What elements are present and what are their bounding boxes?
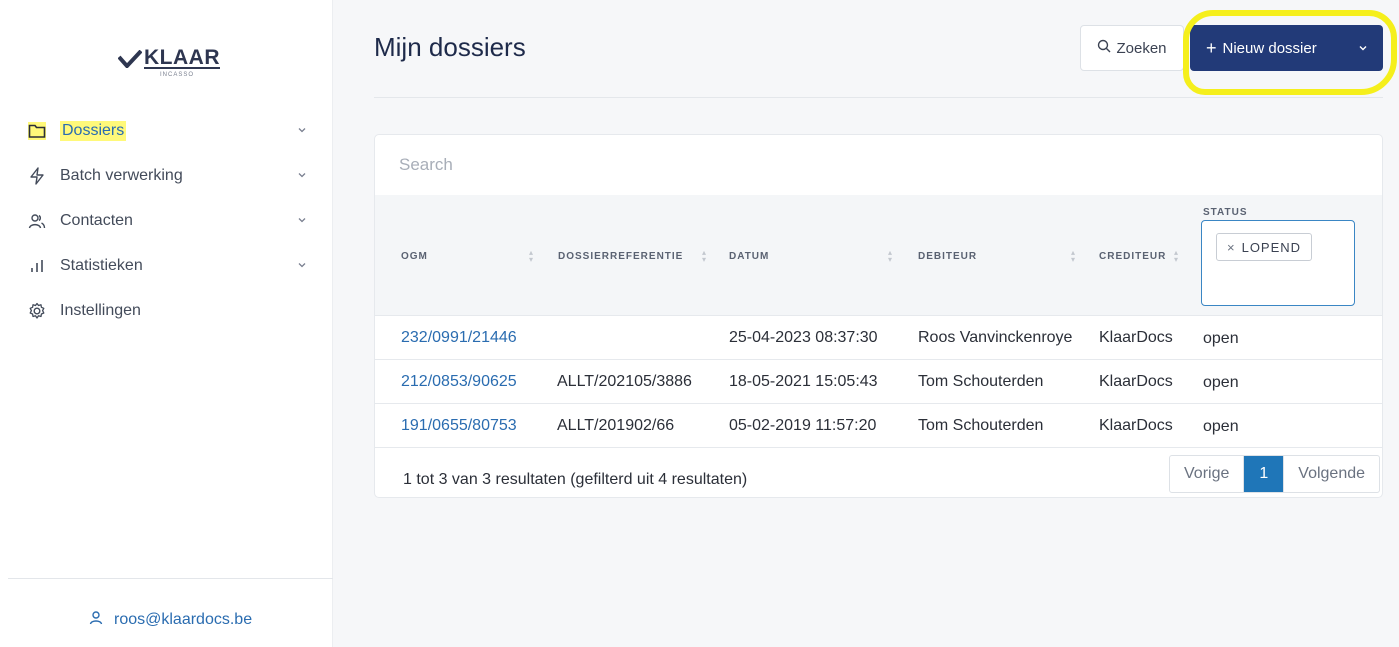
checkmark-logo-icon: [118, 50, 142, 68]
sidebar-item-statistieken[interactable]: Statistieken: [0, 243, 333, 288]
debtor-name: Tom Schouterden: [918, 417, 1044, 434]
ogm-link[interactable]: 191/0655/80753: [401, 417, 517, 435]
new-dossier-label: Nieuw dossier: [1222, 39, 1317, 57]
sidebar-item-label: Contacten: [60, 211, 133, 229]
new-dossier-button[interactable]: + Nieuw dossier: [1190, 25, 1383, 71]
sidebar-nav: Dossiers Batch verwerking Contacten Stat…: [0, 108, 333, 333]
sidebar-item-label: Batch verwerking: [60, 166, 183, 184]
chevron-down-icon[interactable]: [296, 259, 308, 271]
creditor-name: KlaarDocs: [1099, 373, 1173, 390]
table-header: OGM ▴ ▾ DOSSIERREFERENTIE ▴ ▾ DATUM ▴ ▾ DEB…: [375, 195, 1382, 316]
search-button[interactable]: Zoeken: [1080, 25, 1184, 71]
status-filter[interactable]: × LOPEND: [1201, 220, 1355, 306]
user-email: roos@klaardocs.be: [114, 610, 253, 628]
debtor-name: Roos Vanvinckenroye: [918, 329, 1073, 346]
ogm-link[interactable]: 232/0991/21446: [401, 329, 517, 347]
logo-subtitle: INCASSO: [160, 72, 195, 78]
table-row: 232/0991/21446 25-04-2023 08:37:30 Roos …: [375, 316, 1382, 360]
sidebar: KLAAR INCASSO Dossiers Batch verwerking …: [0, 0, 333, 647]
remove-chip-icon[interactable]: ×: [1227, 240, 1236, 255]
results-summary: 1 tot 3 van 3 resultaten (gefilterd uit …: [403, 471, 748, 488]
dossier-reference: ALLT/201902/66: [557, 417, 675, 434]
column-header-dossierreferentie[interactable]: DOSSIERREFERENTIE: [558, 251, 683, 262]
chevron-down-icon[interactable]: [296, 124, 308, 136]
column-header-crediteur[interactable]: CREDITEUR: [1099, 251, 1166, 262]
users-icon: [28, 212, 46, 230]
sort-icon[interactable]: ▴ ▾: [888, 249, 892, 264]
dossier-status: open: [1203, 418, 1239, 435]
sidebar-footer: roos@klaardocs.be: [8, 578, 333, 647]
dossier-status: open: [1203, 374, 1239, 391]
gear-icon: [28, 302, 46, 320]
creditor-name: KlaarDocs: [1099, 417, 1173, 434]
ogm-link[interactable]: 212/0853/90625: [401, 373, 517, 391]
table-row: 191/0655/80753 ALLT/201902/66 05-02-2019…: [375, 404, 1382, 448]
dossiers-table-card: OGM ▴▾ DOSSIERREFERENTIE ▴▾ DATUM ▴▾ DEB…: [374, 134, 1383, 498]
column-header-debiteur[interactable]: DEBITEUR: [918, 251, 977, 262]
plus-icon: +: [1206, 37, 1217, 58]
table-search-input[interactable]: [375, 135, 1382, 195]
page-button-current[interactable]: 1: [1243, 456, 1284, 492]
klaar-logo[interactable]: KLAAR INCASSO: [118, 44, 228, 78]
dossier-date: 05-02-2019 11:57:20: [729, 417, 877, 434]
sort-icon[interactable]: ▴ ▾: [1071, 249, 1075, 264]
header-divider: [374, 97, 1383, 98]
sort-icon[interactable]: ▴ ▾: [1174, 249, 1178, 264]
folder-icon: [28, 121, 46, 140]
sidebar-item-batch-verwerking[interactable]: Batch verwerking: [0, 153, 333, 198]
lightning-icon: [28, 166, 46, 185]
logo-word: KLAAR: [144, 46, 220, 69]
sidebar-item-label: Instellingen: [60, 301, 141, 319]
table-row: 212/0853/90625 ALLT/202105/3886 18-05-20…: [375, 360, 1382, 404]
bar-chart-icon: [28, 257, 46, 275]
creditor-name: KlaarDocs: [1099, 329, 1173, 346]
page-title: Mijn dossiers: [374, 32, 526, 62]
previous-page-button[interactable]: Vorige: [1170, 456, 1243, 492]
sort-icon[interactable]: ▴ ▾: [529, 249, 533, 264]
search-button-label: Zoeken: [1116, 39, 1167, 57]
search-icon: [1097, 39, 1111, 57]
dossier-status: open: [1203, 330, 1239, 347]
sidebar-item-contacten[interactable]: Contacten: [0, 198, 333, 243]
sort-icon[interactable]: ▴ ▾: [702, 249, 706, 264]
chevron-down-icon[interactable]: [296, 214, 308, 226]
column-header-status: STATUS: [1203, 207, 1248, 218]
next-page-button[interactable]: Volgende: [1283, 456, 1379, 492]
dossier-date: 18-05-2021 15:05:43: [729, 373, 878, 390]
user-menu[interactable]: roos@klaardocs.be: [88, 609, 252, 630]
sidebar-item-label: Statistieken: [60, 256, 143, 274]
chevron-down-icon[interactable]: [1357, 42, 1369, 54]
dossier-date: 25-04-2023 08:37:30: [729, 329, 878, 346]
column-header-datum[interactable]: DATUM: [729, 251, 769, 262]
user-icon: [88, 609, 104, 630]
status-filter-value: LOPEND: [1241, 239, 1302, 255]
sidebar-item-dossiers[interactable]: Dossiers: [0, 108, 333, 153]
dossier-reference: ALLT/202105/3886: [557, 373, 692, 390]
sidebar-item-instellingen[interactable]: Instellingen: [0, 288, 333, 333]
sidebar-item-label: Dossiers: [60, 120, 127, 141]
chevron-down-icon[interactable]: [296, 169, 308, 181]
pagination: Vorige 1 Volgende: [1169, 455, 1381, 493]
column-header-ogm[interactable]: OGM: [401, 251, 428, 262]
debtor-name: Tom Schouterden: [918, 373, 1044, 390]
status-filter-chip[interactable]: × LOPEND: [1216, 233, 1313, 261]
